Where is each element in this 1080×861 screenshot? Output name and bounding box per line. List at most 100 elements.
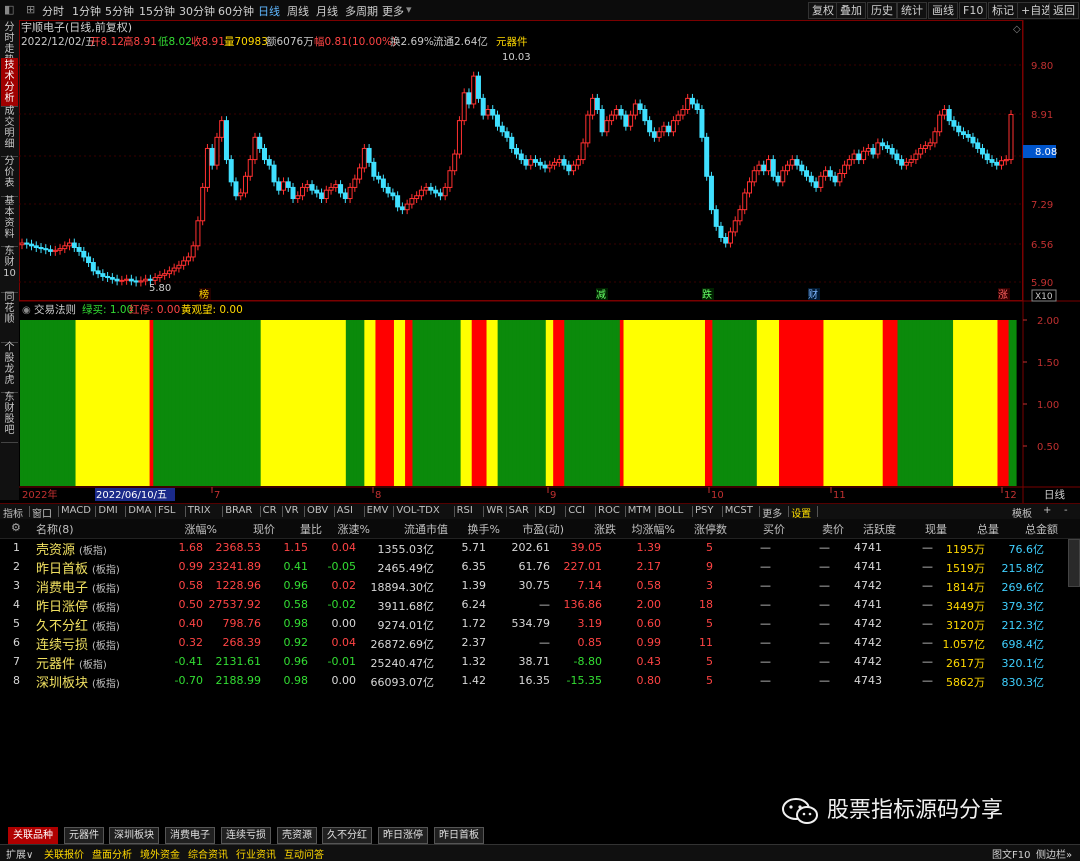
indicator-collapse-icon[interactable]: ◉	[22, 305, 31, 316]
col-bid[interactable]: 买价	[763, 521, 785, 537]
row-name[interactable]: 久不分红	[36, 615, 88, 634]
status-industry-news[interactable]: 行业资讯	[236, 846, 276, 861]
left-tab-trades[interactable]: 成交明细	[1, 104, 18, 157]
collapse-icon[interactable]: ◧	[4, 3, 14, 16]
table-row[interactable]: 2 昨日首板 (板指) 0.99 23241.89 0.41 -0.05 2465.49亿 6.…	[0, 558, 1066, 577]
indicator-tab-7[interactable]: BRAR	[225, 505, 252, 516]
bottom-tab-6[interactable]: 久不分红	[322, 827, 372, 844]
period-tab-weekly[interactable]: 周线	[287, 3, 309, 19]
event-marker-reduce[interactable]: 减	[596, 289, 606, 301]
period-tab-15min[interactable]: 15分钟	[139, 3, 175, 19]
period-tab-more[interactable]: 更多	[382, 3, 404, 19]
indicator-tab-22[interactable]: PSY	[695, 505, 714, 516]
row-name[interactable]: 昨日涨停	[36, 596, 88, 615]
indicator-tab-18[interactable]: CCI	[568, 505, 585, 516]
indicator-tab-16[interactable]: SAR	[509, 505, 529, 516]
status-foreign-funds[interactable]: 境外资金	[140, 846, 180, 861]
indicator-tab-0[interactable]: 指标	[3, 505, 23, 520]
col-current-vol[interactable]: 现量	[925, 521, 947, 537]
row-name[interactable]: 昨日首板	[36, 558, 88, 577]
history-button[interactable]: 历史	[867, 2, 897, 19]
indicator-tab-right-0[interactable]: 模板	[1012, 505, 1032, 520]
indicator-tab-10[interactable]: OBV	[307, 505, 328, 516]
indicator-tab-9[interactable]: VR	[285, 505, 299, 516]
draw-line-button[interactable]: 画线	[928, 2, 958, 19]
indicator-tab-13[interactable]: VOL-TDX	[396, 505, 439, 516]
left-tab-price-table[interactable]: 分价表	[1, 154, 18, 197]
col-activity[interactable]: 活跃度	[863, 521, 896, 537]
overlay-button[interactable]: 叠加	[836, 2, 866, 19]
indicator-tab-8[interactable]: CR	[263, 505, 277, 516]
left-tab-dragon-tiger[interactable]: 个股龙虎	[1, 340, 18, 393]
row-name[interactable]: 连续亏损	[36, 634, 88, 653]
indicator-tab-14[interactable]: RSI	[457, 505, 473, 516]
indicator-tab-3[interactable]: DMI	[98, 505, 117, 516]
event-marker-rise[interactable]: 涨	[998, 289, 1008, 301]
col-pe[interactable]: 市盈(动)	[522, 521, 564, 537]
mark-button[interactable]: 标记	[988, 2, 1018, 19]
table-settings-icon[interactable]: ⚙	[11, 521, 21, 534]
indicator-tab-19[interactable]: ROC	[598, 505, 620, 516]
period-tab-multi[interactable]: 多周期	[345, 3, 378, 19]
period-tab-daily[interactable]: 日线	[258, 3, 280, 19]
indicator-tab-right-2[interactable]: -	[1064, 505, 1068, 516]
indicator-tab-21[interactable]: BOLL	[658, 505, 684, 516]
indicator-tab-6[interactable]: TRIX	[188, 505, 211, 516]
status-f10-button[interactable]: 图文F10	[992, 846, 1030, 861]
col-change-pct[interactable]: 涨幅%	[185, 521, 217, 537]
bottom-tab-7[interactable]: 昨日涨停	[378, 827, 428, 844]
indicator-tab-17[interactable]: KDJ	[538, 505, 555, 516]
kline-chart[interactable]: 宇顺电子(日线,前复权) 2022/12/02/五 开8.12 高8.91 低8…	[19, 20, 1080, 503]
status-market-analysis[interactable]: 盘面分析	[92, 846, 132, 861]
bottom-tab-0[interactable]: 关联品种	[8, 827, 58, 844]
indicator-tab-12[interactable]: EMV	[367, 505, 389, 516]
status-news[interactable]: 综合资讯	[188, 846, 228, 861]
indicator-tab-5[interactable]: FSL	[158, 505, 176, 516]
left-tab-tonghuashun[interactable]: 同花顺	[1, 290, 18, 343]
row-name[interactable]: 消费电子	[36, 577, 88, 596]
stats-button[interactable]: 统计	[897, 2, 927, 19]
col-price[interactable]: 现价	[253, 521, 275, 537]
left-tab-dongcai10[interactable]: 东财10	[1, 244, 18, 293]
col-total-vol[interactable]: 总量	[977, 521, 999, 537]
table-row[interactable]: 5 久不分红 (板指) 0.40 798.76 0.98 0.00 9274.01亿 1.72 5…	[0, 615, 1066, 634]
row-name[interactable]: 深圳板块	[36, 672, 88, 691]
col-speed[interactable]: 涨速%	[338, 521, 370, 537]
left-tab-forum[interactable]: 东财股吧	[1, 390, 18, 443]
table-row[interactable]: 7 元器件 (板指) -0.41 2131.61 0.96 -0.01 25240.47亿 1.…	[0, 653, 1066, 672]
bottom-tab-4[interactable]: 连续亏损	[221, 827, 271, 844]
bottom-tab-3[interactable]: 消费电子	[165, 827, 215, 844]
indicator-tab-20[interactable]: MTM	[628, 505, 651, 516]
indicator-tab-15[interactable]: WR	[486, 505, 503, 516]
status-related-quotes[interactable]: 关联报价	[44, 846, 84, 861]
bottom-tab-2[interactable]: 深圳板块	[109, 827, 159, 844]
event-marker-finance[interactable]: 财	[808, 288, 818, 301]
indicator-tab-11[interactable]: ASI	[337, 505, 353, 516]
indicator-tab-23[interactable]: MCST	[725, 505, 753, 516]
period-tab-monthly[interactable]: 月线	[316, 3, 338, 19]
col-ask[interactable]: 卖价	[822, 521, 844, 537]
status-sidebar-button[interactable]: 侧边栏»	[1036, 846, 1072, 861]
zoom-x10-button[interactable]: X10	[1035, 292, 1053, 302]
adjust-button[interactable]: 复权	[808, 2, 838, 19]
col-volume-ratio[interactable]: 量比	[300, 521, 322, 537]
left-tab-technical[interactable]: 技术分析	[1, 58, 18, 107]
col-limit-count[interactable]: 涨停数	[694, 521, 727, 537]
status-expand[interactable]: 扩展∨	[6, 846, 33, 861]
back-button[interactable]: 返回	[1049, 2, 1079, 19]
table-row[interactable]: 8 深圳板块 (板指) -0.70 2188.99 0.98 0.00 66093.07亿 1.…	[0, 672, 1066, 691]
indicator-tab-4[interactable]: DMA	[128, 505, 151, 516]
more-dropdown-icon[interactable]: ▾	[406, 3, 412, 16]
table-scrollbar[interactable]	[1068, 539, 1080, 587]
chart-settings-icon[interactable]: ◇	[1013, 24, 1021, 35]
indicator-tab-24[interactable]: 更多	[762, 505, 782, 520]
table-row[interactable]: 1 壳资源 (板指) 1.68 2368.53 1.15 0.04 1355.03亿 5.71 2…	[0, 539, 1066, 558]
table-row[interactable]: 4 昨日涨停 (板指) 0.50 27537.92 0.58 -0.02 3911.68亿 6.…	[0, 596, 1066, 615]
col-diff[interactable]: 涨跌	[594, 521, 616, 537]
period-tab-5min[interactable]: 5分钟	[105, 3, 134, 19]
period-tab-30min[interactable]: 30分钟	[179, 3, 215, 19]
view-icon[interactable]: ⊞	[26, 3, 35, 16]
event-marker-drop[interactable]: 跌	[702, 288, 712, 301]
indicator-tab-2[interactable]: MACD	[61, 505, 91, 516]
row-name[interactable]: 元器件	[36, 653, 75, 672]
